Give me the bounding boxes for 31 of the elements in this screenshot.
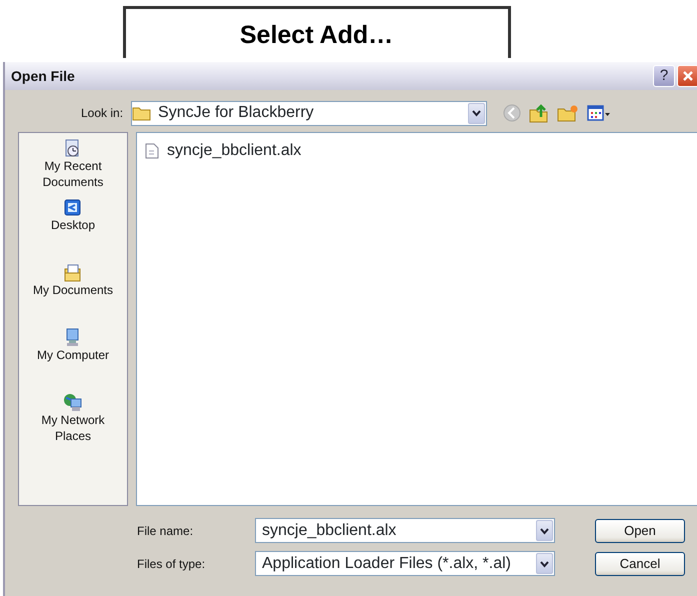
- file-type-label: Files of type:: [137, 556, 206, 572]
- file-name-field[interactable]: syncje_bbclient.alx: [255, 518, 555, 543]
- open-button[interactable]: Open: [595, 518, 685, 542]
- caret-icon: [540, 560, 549, 568]
- dropdown-button[interactable]: [468, 102, 486, 124]
- view-menu-icon[interactable]: [587, 105, 612, 121]
- close-button[interactable]: [677, 65, 697, 87]
- document-icon: [145, 143, 159, 159]
- sidebar-item[interactable]: My Computer: [23, 328, 123, 363]
- look-in-label: Look in:: [81, 105, 124, 122]
- sidebar-item[interactable]: My Documents: [23, 263, 123, 298]
- dropdown-button[interactable]: [536, 553, 553, 574]
- folder-icon: [132, 105, 152, 121]
- file-item[interactable]: syncje_bbclient.alx: [145, 139, 694, 163]
- sidebar-item[interactable]: Desktop: [23, 198, 123, 233]
- caret-icon: [540, 528, 549, 534]
- documents-folder-icon: [63, 263, 83, 282]
- network-computer-icon: [63, 393, 83, 412]
- file-type-field[interactable]: Application Loader Files (*.alx, *.al): [255, 551, 555, 576]
- callout-label: Select Add…: [122, 6, 510, 58]
- cancel-button[interactable]: Cancel: [595, 552, 685, 576]
- look-in-dropdown[interactable]: SyncJe for Blackberry: [131, 100, 488, 126]
- sidebar-item[interactable]: My Network Places: [23, 393, 123, 444]
- desktop-icon: [63, 198, 83, 217]
- dropdown-button[interactable]: [536, 520, 553, 541]
- caret-icon: [472, 110, 481, 117]
- file-name-label: File name:: [137, 522, 194, 540]
- help-button[interactable]: ?: [653, 65, 675, 87]
- sidebar-item[interactable]: My Recent Documents: [23, 139, 123, 190]
- window-title: Open File: [11, 66, 76, 86]
- close-icon: [682, 70, 694, 82]
